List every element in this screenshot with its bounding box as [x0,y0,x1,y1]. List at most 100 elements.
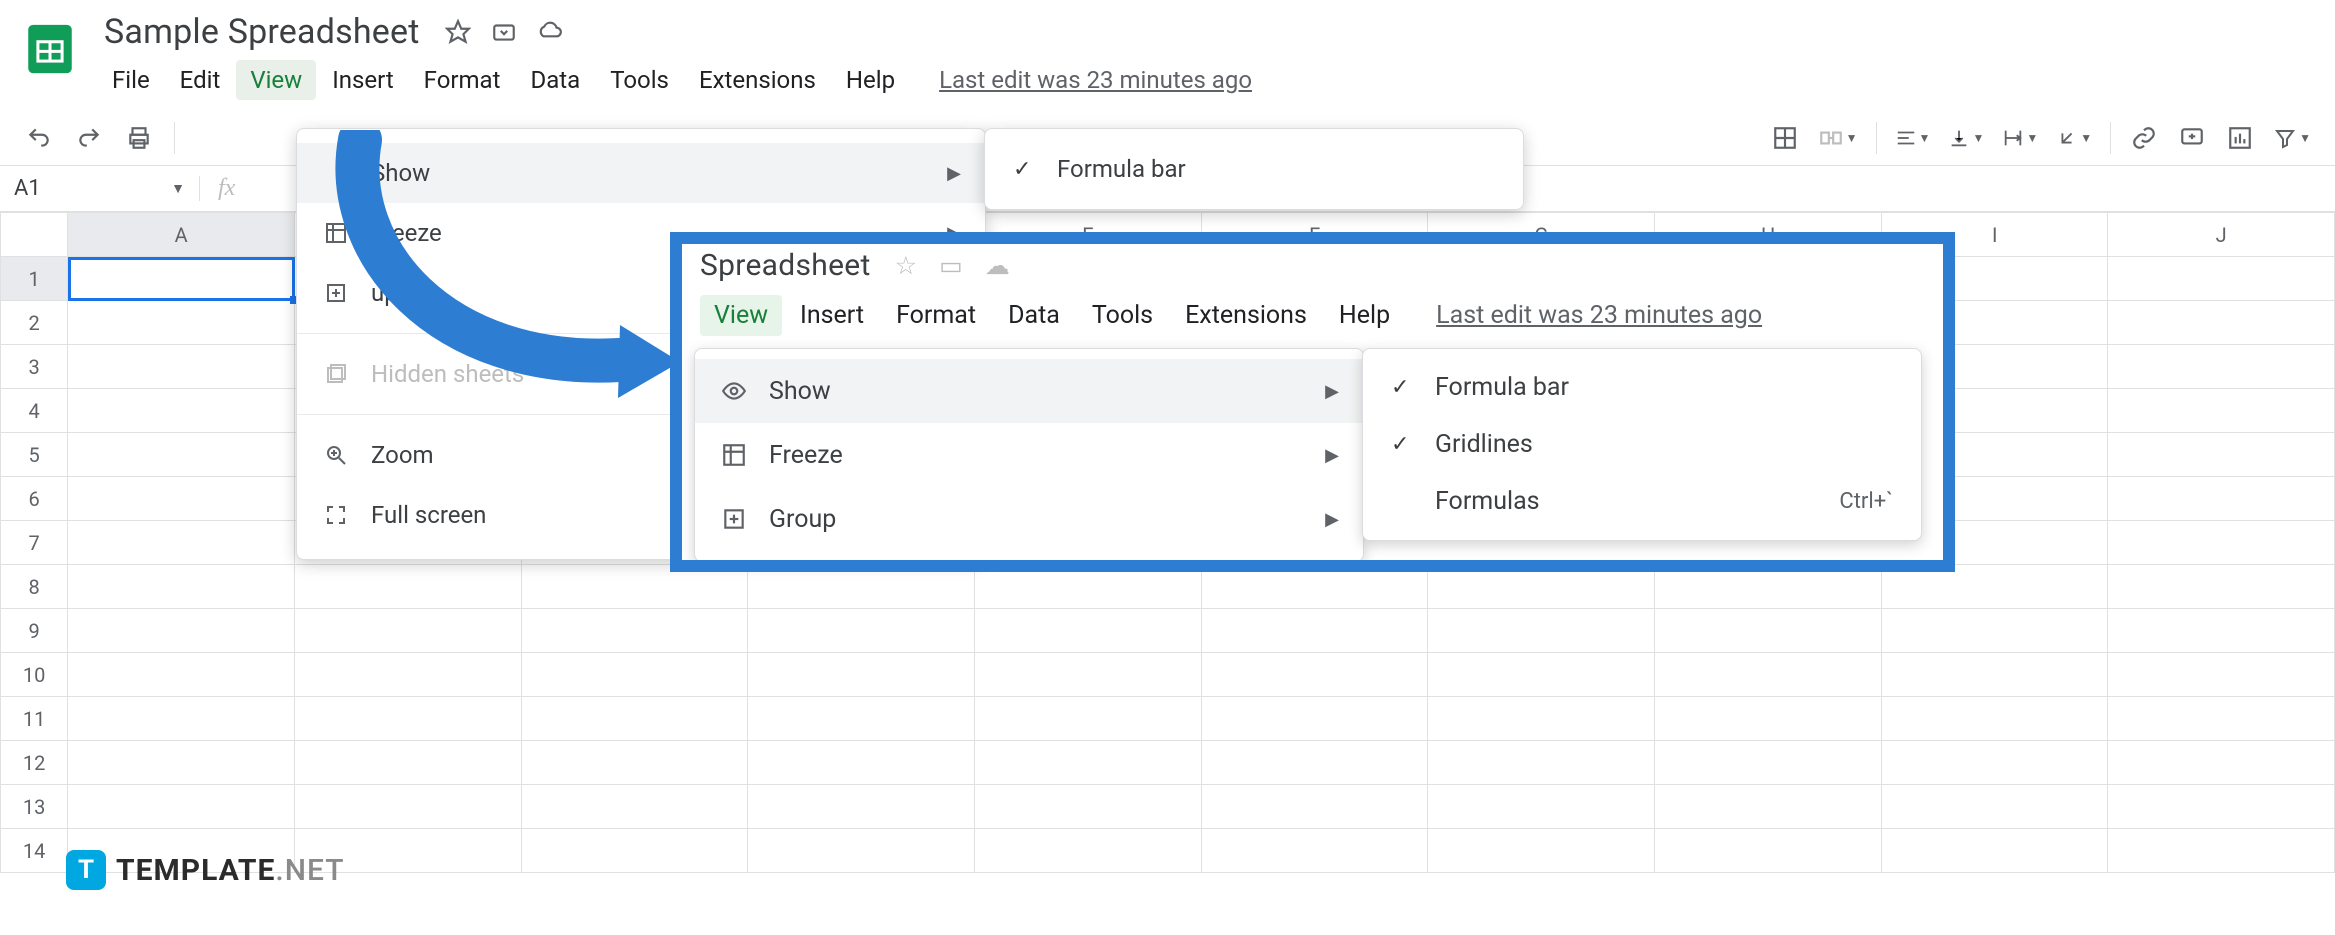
callout-view-group-item[interactable]: Group ▶ [695,487,1363,551]
row-header-4[interactable]: 4 [1,389,68,433]
row-header-1[interactable]: 1 [1,257,68,301]
callout-show-gridlines-item[interactable]: ✓ Gridlines [1363,416,1921,473]
callout-show-formulas-item[interactable]: Formulas Ctrl+` [1363,473,1921,530]
move-icon[interactable] [490,18,518,46]
cell-J11[interactable] [2108,697,2335,741]
row-header-8[interactable]: 8 [1,565,68,609]
cell-G11[interactable] [1428,697,1655,741]
cell-A12[interactable] [68,741,295,785]
callout-show-formula-bar-item[interactable]: ✓ Formula bar [1363,359,1921,416]
menu-tools[interactable]: Tools [596,60,683,100]
cell-I9[interactable] [1882,609,2108,653]
cell-B11[interactable] [295,697,522,741]
cell-B13[interactable] [295,785,522,829]
corner-cell[interactable] [1,213,68,257]
cell-E9[interactable] [975,609,1202,653]
view-show-item[interactable]: Show ▶ [297,143,985,203]
callout-view-freeze-item[interactable]: Freeze ▶ [695,423,1363,487]
cell-E12[interactable] [975,741,1202,785]
text-rotation-button[interactable]: ▼ [2056,127,2092,149]
cell-I13[interactable] [1882,785,2108,829]
row-header-10[interactable]: 10 [1,653,68,697]
menu-data[interactable]: Data [516,60,594,100]
cell-J2[interactable] [2108,301,2335,345]
cell-H9[interactable] [1655,609,1882,653]
cell-C9[interactable] [521,609,748,653]
cell-J14[interactable] [2108,829,2335,873]
cell-G9[interactable] [1428,609,1655,653]
row-header-3[interactable]: 3 [1,345,68,389]
cell-A3[interactable] [68,345,295,389]
cell-J1[interactable] [2108,257,2335,301]
row-header-6[interactable]: 6 [1,477,68,521]
cell-B8[interactable] [295,565,522,609]
cell-B9[interactable] [295,609,522,653]
row-header-5[interactable]: 5 [1,433,68,477]
show-formula-bar-item[interactable]: ✓ Formula bar [985,143,1523,195]
callout-menu-data[interactable]: Data [994,295,1074,336]
cell-A7[interactable] [68,521,295,565]
cell-A10[interactable] [68,653,295,697]
cell-A4[interactable] [68,389,295,433]
cell-I11[interactable] [1882,697,2108,741]
cell-A11[interactable] [68,697,295,741]
cell-J4[interactable] [2108,389,2335,433]
cell-D9[interactable] [748,609,975,653]
row-header-7[interactable]: 7 [1,521,68,565]
cell-F9[interactable] [1201,609,1428,653]
name-box[interactable]: A1 ▼ [0,176,200,201]
row-header-2[interactable]: 2 [1,301,68,345]
row-header-11[interactable]: 11 [1,697,68,741]
cell-E13[interactable] [975,785,1202,829]
cell-I14[interactable] [1882,829,2108,873]
merge-cells-button[interactable]: ▼ [1818,125,1858,151]
cell-H13[interactable] [1655,785,1882,829]
cell-D10[interactable] [748,653,975,697]
undo-button[interactable] [24,123,54,153]
cell-D12[interactable] [748,741,975,785]
cell-D13[interactable] [748,785,975,829]
col-header-A[interactable]: A [68,213,295,257]
cell-E11[interactable] [975,697,1202,741]
cell-D11[interactable] [748,697,975,741]
cell-J6[interactable] [2108,477,2335,521]
sheets-logo[interactable] [20,10,80,88]
cell-H10[interactable] [1655,653,1882,697]
cell-A2[interactable] [68,301,295,345]
cell-A6[interactable] [68,477,295,521]
cell-J5[interactable] [2108,433,2335,477]
insert-link-button[interactable] [2129,123,2159,153]
cell-H11[interactable] [1655,697,1882,741]
cell-A1[interactable] [68,257,295,301]
cell-I12[interactable] [1882,741,2108,785]
document-title[interactable]: Sample Spreadsheet [98,10,426,54]
cell-A13[interactable] [68,785,295,829]
cell-J12[interactable] [2108,741,2335,785]
cell-F14[interactable] [1201,829,1428,873]
cell-C12[interactable] [521,741,748,785]
cell-E10[interactable] [975,653,1202,697]
last-edit-link[interactable]: Last edit was 23 minutes ago [939,66,1252,94]
row-header-9[interactable]: 9 [1,609,68,653]
borders-button[interactable] [1770,123,1800,153]
cell-J13[interactable] [2108,785,2335,829]
insert-chart-button[interactable] [2225,123,2255,153]
cell-J9[interactable] [2108,609,2335,653]
cell-H14[interactable] [1655,829,1882,873]
callout-show-submenu[interactable]: ✓ Formula bar ✓ Gridlines Formulas Ctrl+… [1362,348,1922,541]
row-header-12[interactable]: 12 [1,741,68,785]
col-header-J[interactable]: J [2108,213,2335,257]
cell-G13[interactable] [1428,785,1655,829]
cloud-status-icon[interactable] [536,18,564,46]
cell-C11[interactable] [521,697,748,741]
valign-button[interactable]: ▼ [1948,127,1984,149]
callout-menu-help[interactable]: Help [1325,295,1404,336]
callout-view-show-item[interactable]: Show ▶ [695,359,1363,423]
menu-help[interactable]: Help [832,60,909,100]
menu-format[interactable]: Format [410,60,515,100]
show-submenu[interactable]: ✓ Formula bar [984,128,1524,210]
redo-button[interactable] [74,123,104,153]
cell-B12[interactable] [295,741,522,785]
callout-menu-tools[interactable]: Tools [1078,295,1167,336]
cell-C10[interactable] [521,653,748,697]
